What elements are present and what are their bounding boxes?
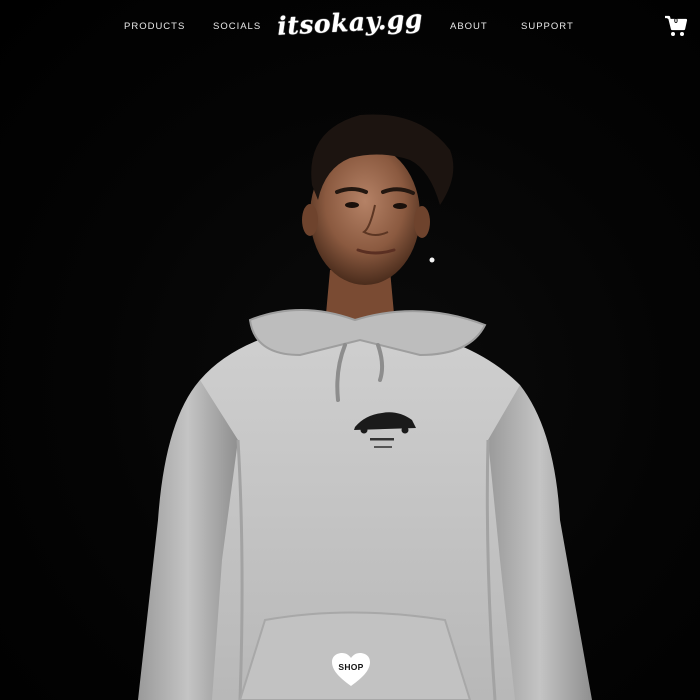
shop-label: SHOP xyxy=(338,662,364,672)
shop-button[interactable]: SHOP xyxy=(331,652,371,688)
nav-about[interactable]: ABOUT xyxy=(450,21,488,32)
nav-products[interactable]: PRODUCTS xyxy=(124,21,185,32)
cart-count: 0 xyxy=(674,18,678,25)
hero-image xyxy=(138,114,592,700)
site-header: PRODUCTS SOCIALS itsokay.gg ABOUT SUPPOR… xyxy=(0,0,700,56)
logo[interactable]: itsokay.gg xyxy=(274,4,425,41)
page: PRODUCTS SOCIALS itsokay.gg ABOUT SUPPOR… xyxy=(0,0,700,700)
nav-support[interactable]: SUPPORT xyxy=(521,21,574,32)
cart-button[interactable]: 0 xyxy=(664,14,688,38)
hero-video[interactable] xyxy=(0,0,700,700)
nav-socials[interactable]: SOCIALS xyxy=(213,21,261,32)
